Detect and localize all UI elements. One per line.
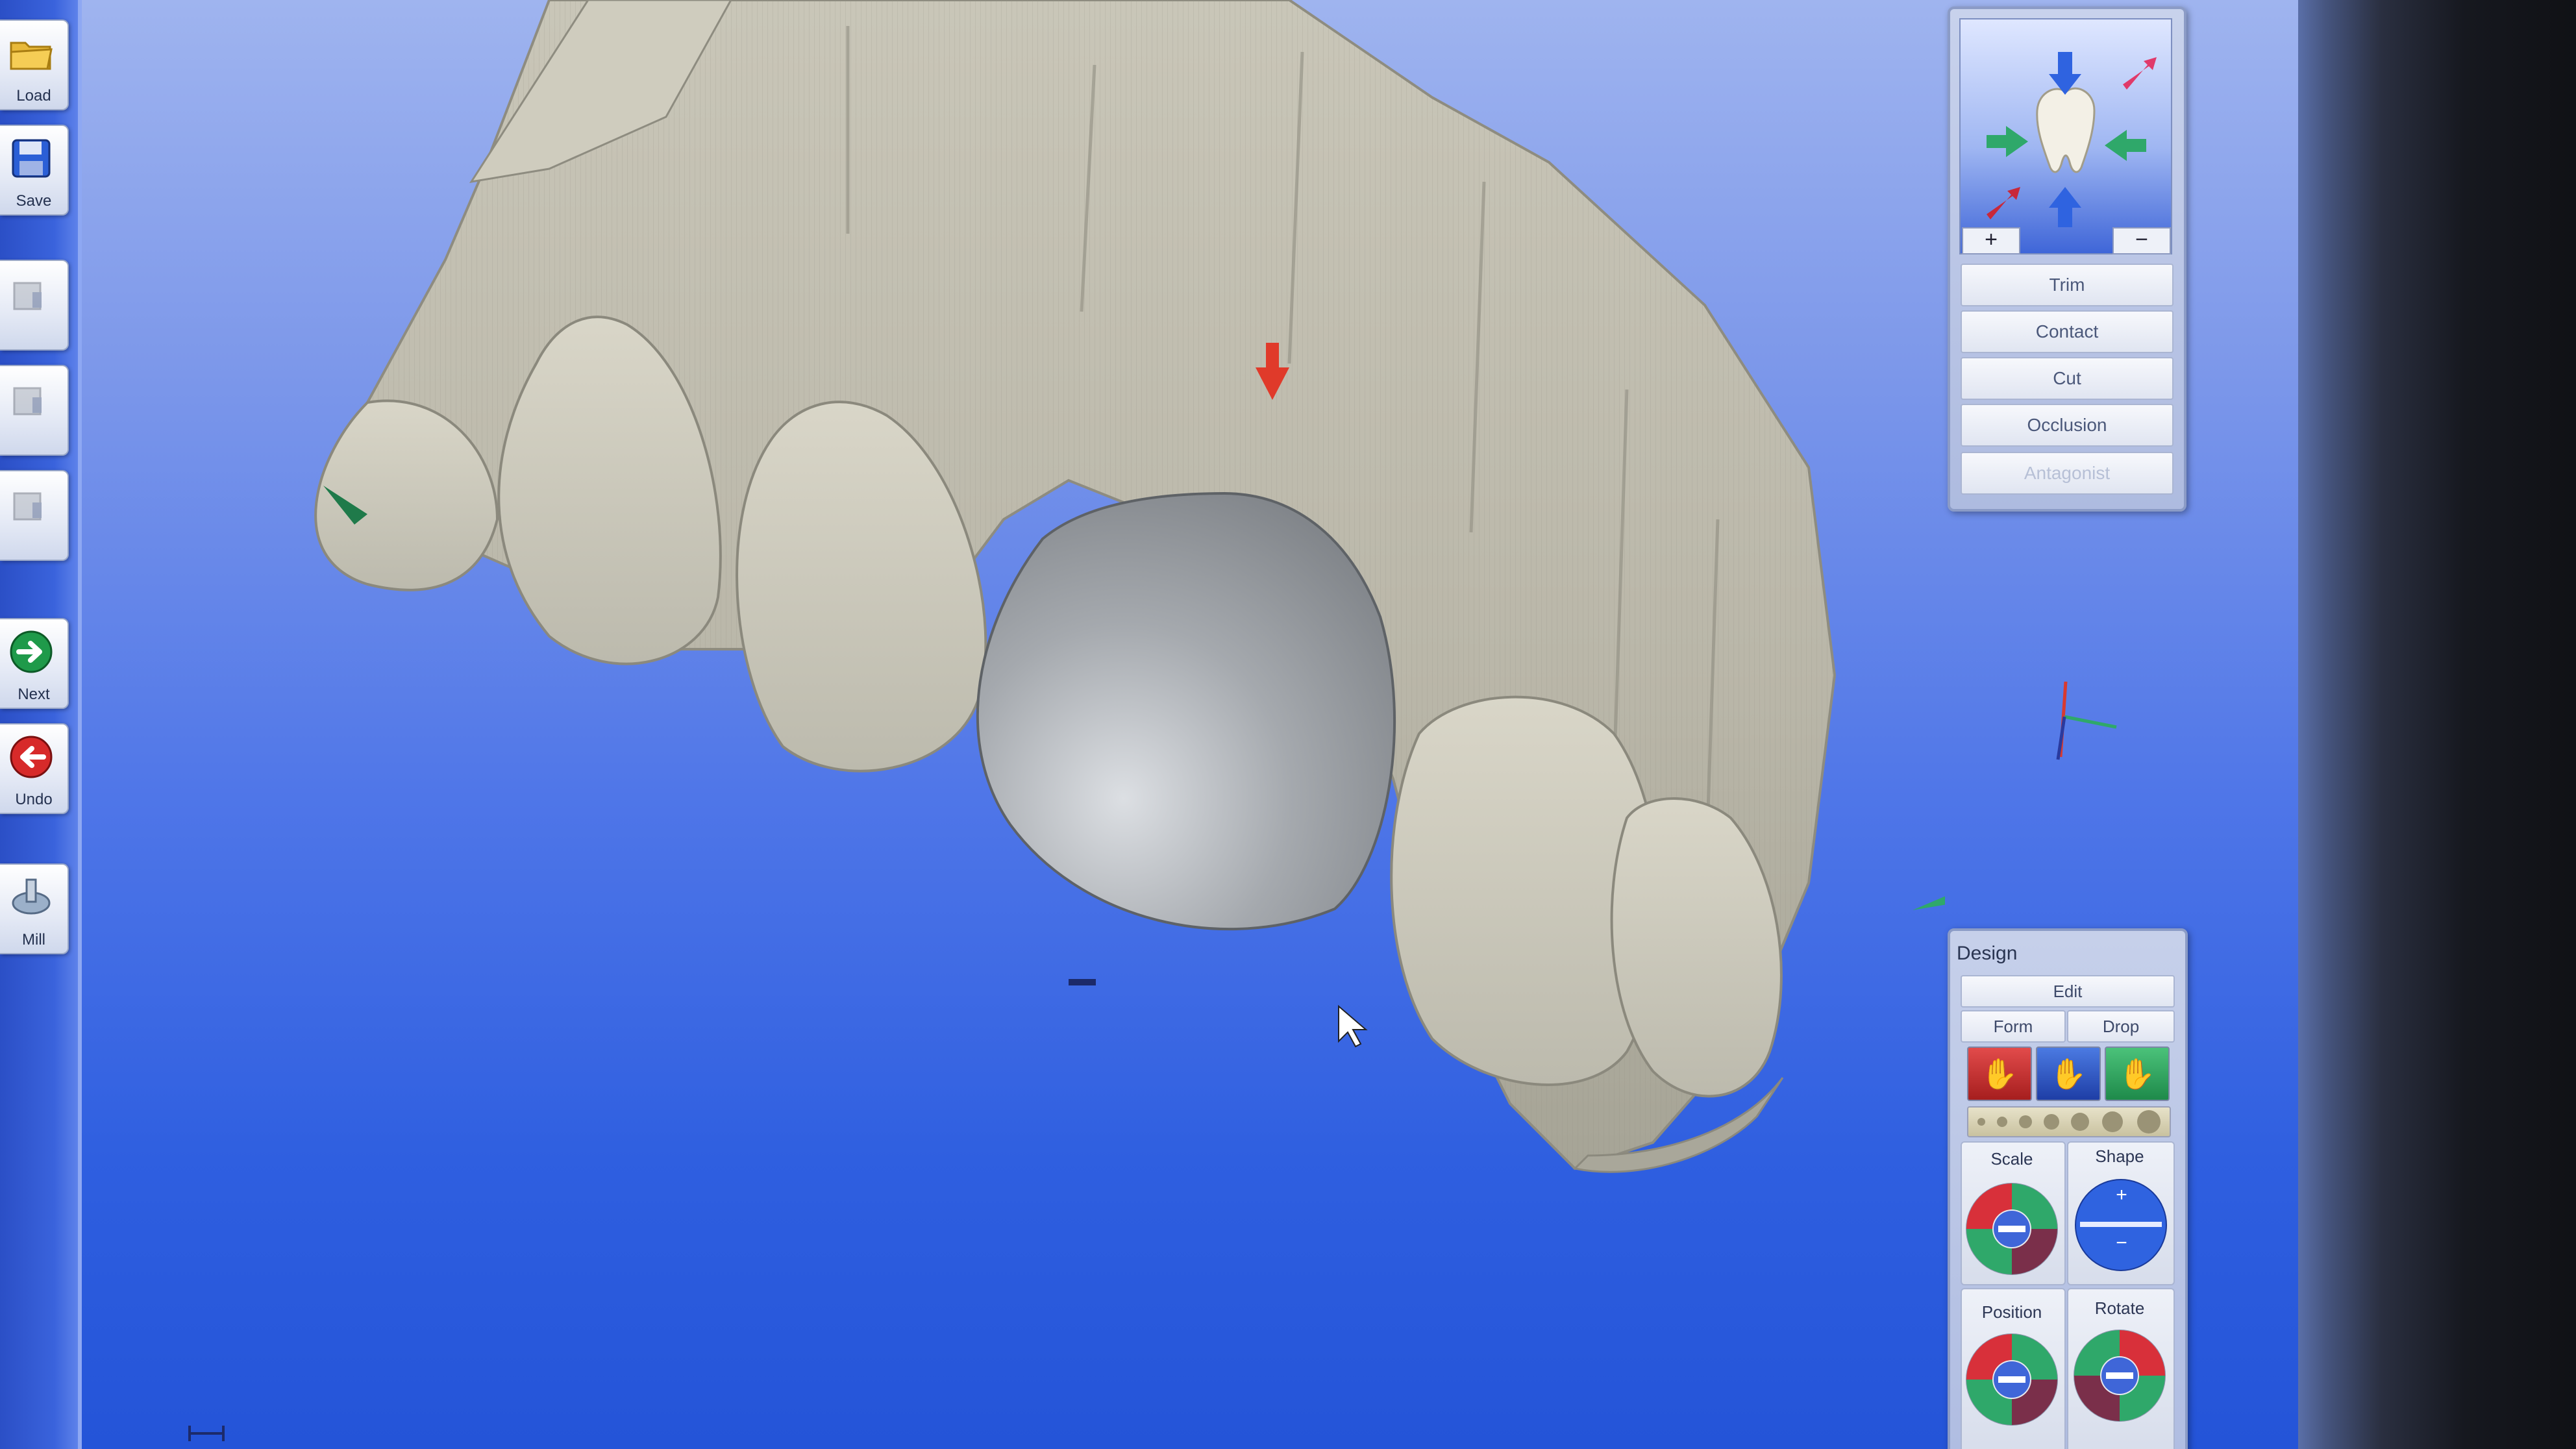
mill-icon bbox=[5, 871, 57, 923]
brush-size-selector[interactable] bbox=[1967, 1106, 2171, 1137]
mill-label: Mill bbox=[22, 931, 45, 948]
3d-viewport[interactable] bbox=[82, 0, 1945, 1449]
tooth-icon bbox=[2036, 87, 2096, 173]
shape-plus-label: + bbox=[2116, 1184, 2127, 1206]
view-diagonal-bottom-left-arrow-icon[interactable] bbox=[1987, 187, 2020, 219]
drop-tab[interactable]: Drop bbox=[2067, 1010, 2175, 1043]
mouse-cursor-icon bbox=[1338, 1004, 1368, 1048]
shape-minus-label: − bbox=[2116, 1232, 2127, 1254]
application-screen: Load Save Next Undo Mill + − Trim Contac… bbox=[0, 0, 2298, 1449]
model-button-1[interactable] bbox=[0, 260, 69, 351]
dental-scan-model[interactable] bbox=[314, 0, 1837, 1173]
orientation-gizmo bbox=[2056, 681, 2117, 760]
hand-plus-icon: ✋ bbox=[1981, 1056, 2018, 1091]
rotate-label: Rotate bbox=[2094, 1298, 2145, 1318]
zoom-out-button[interactable]: − bbox=[2112, 227, 2171, 254]
model-icon bbox=[5, 267, 57, 319]
load-button[interactable]: Load bbox=[0, 19, 69, 110]
remove-material-hand-button[interactable]: ✋ bbox=[2036, 1046, 2101, 1101]
form-tab[interactable]: Form bbox=[1961, 1010, 2066, 1043]
cut-button[interactable]: Cut bbox=[1961, 357, 2174, 400]
view-left-arrow-icon[interactable] bbox=[1987, 126, 2028, 157]
view-right-arrow-icon[interactable] bbox=[2105, 130, 2146, 161]
next-arrow-icon bbox=[5, 626, 57, 678]
load-label: Load bbox=[16, 87, 51, 105]
undo-label: Undo bbox=[15, 791, 53, 808]
model-button-2[interactable] bbox=[0, 365, 69, 456]
hand-minus-icon: ✋ bbox=[2050, 1056, 2087, 1091]
position-label: Position bbox=[1981, 1302, 2042, 1322]
model-icon bbox=[5, 373, 57, 425]
model-icon bbox=[5, 478, 57, 530]
rotate-wheel[interactable] bbox=[2072, 1328, 2167, 1423]
folder-icon bbox=[5, 27, 57, 79]
smooth-hand-button[interactable]: ✋ bbox=[2105, 1046, 2170, 1101]
scale-label: Scale bbox=[1990, 1149, 2033, 1169]
right-axis-marker-icon bbox=[1913, 896, 1945, 910]
left-toolbar: Load Save Next Undo Mill bbox=[0, 0, 82, 1449]
view-bottom-arrow-icon[interactable] bbox=[2049, 187, 2081, 227]
hand-smooth-icon: ✋ bbox=[2118, 1056, 2156, 1091]
contact-button[interactable]: Contact bbox=[1961, 310, 2174, 353]
small-dash-marker bbox=[1069, 979, 1096, 985]
floppy-disk-icon bbox=[5, 132, 57, 184]
mill-button[interactable]: Mill bbox=[0, 863, 69, 954]
design-panel-title: Design bbox=[1957, 943, 2018, 964]
add-material-hand-button[interactable]: ✋ bbox=[1967, 1046, 2032, 1101]
scale-wheel[interactable] bbox=[1964, 1182, 2059, 1276]
view-orientation-widget[interactable]: + − bbox=[1959, 18, 2172, 254]
view-control-panel: + − Trim Contact Cut Occlusion Antagonis… bbox=[1948, 6, 2186, 512]
design-panel: Design Edit Form Drop ✋ ✋ ✋ Scale Shape … bbox=[1948, 928, 2188, 1449]
next-label: Next bbox=[18, 686, 50, 703]
undo-button[interactable]: Undo bbox=[0, 723, 69, 814]
edit-button[interactable]: Edit bbox=[1961, 975, 2175, 1008]
next-button[interactable]: Next bbox=[0, 618, 69, 709]
view-diagonal-top-right-arrow-icon[interactable] bbox=[2123, 57, 2157, 90]
zoom-in-button[interactable]: + bbox=[1962, 227, 2020, 254]
position-wheel[interactable] bbox=[1964, 1332, 2059, 1427]
corner-marker bbox=[188, 1426, 225, 1441]
monitor-bezel bbox=[2298, 0, 2576, 1449]
occlusion-button[interactable]: Occlusion bbox=[1961, 404, 2174, 447]
save-button[interactable]: Save bbox=[0, 125, 69, 216]
model-button-3[interactable] bbox=[0, 470, 69, 561]
undo-arrow-icon bbox=[5, 731, 57, 783]
trim-button[interactable]: Trim bbox=[1961, 264, 2174, 306]
save-label: Save bbox=[16, 192, 52, 210]
shape-label: Shape bbox=[2095, 1146, 2144, 1166]
antagonist-button[interactable]: Antagonist bbox=[1961, 452, 2174, 495]
